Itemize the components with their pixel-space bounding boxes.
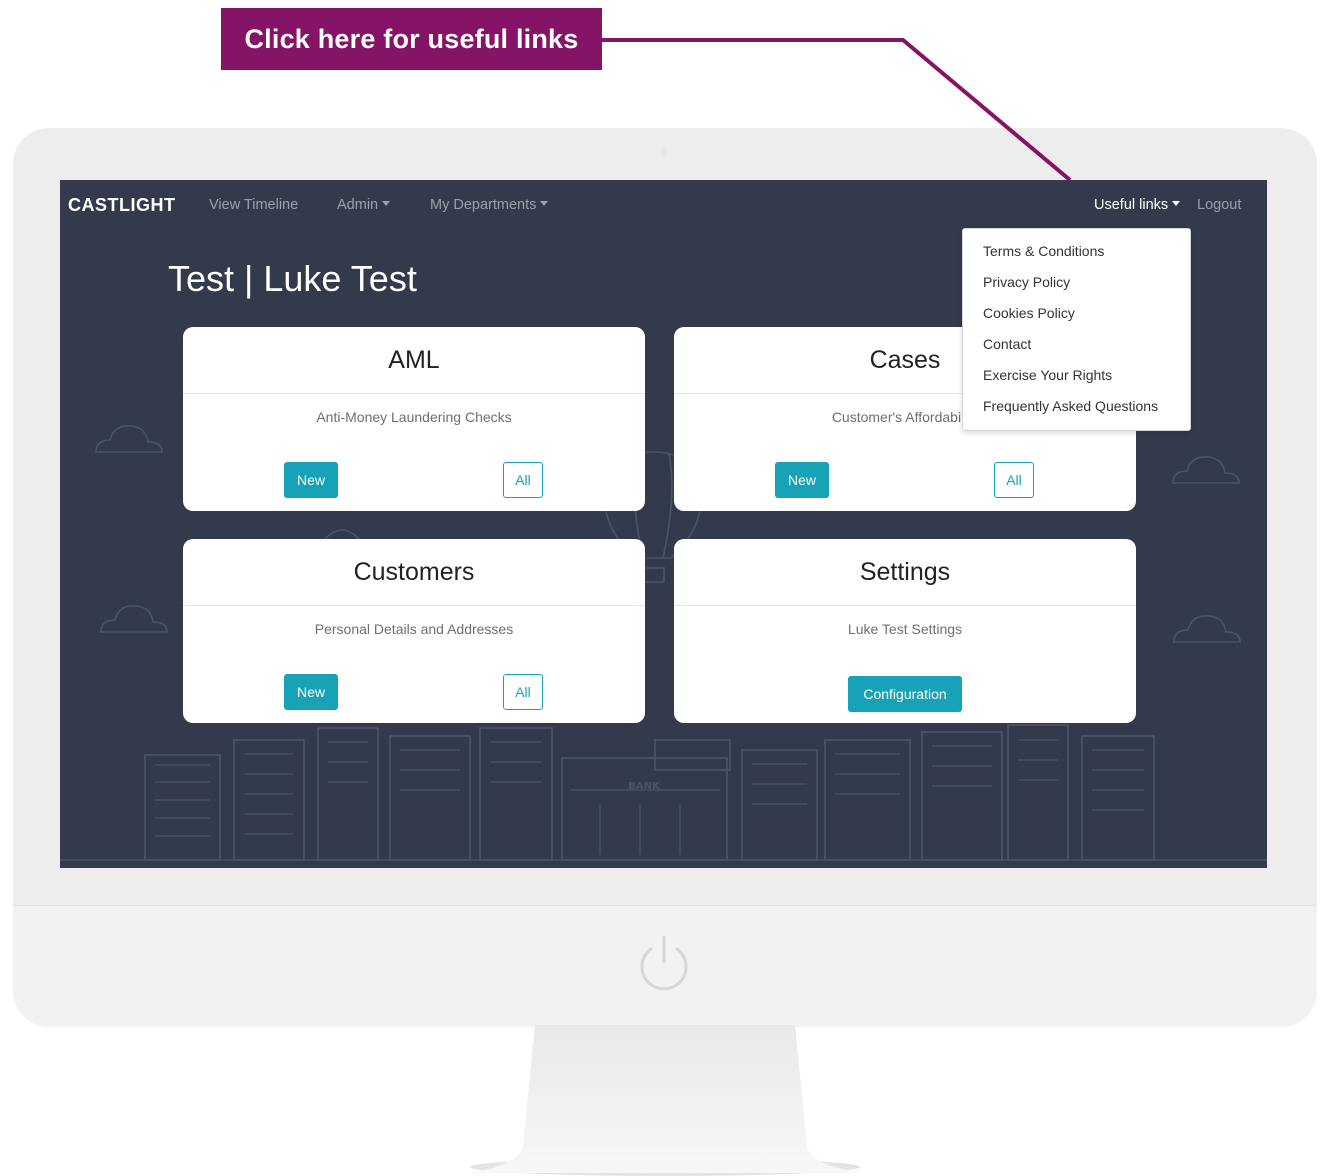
camera-icon <box>660 148 668 156</box>
chevron-down-icon <box>382 201 391 206</box>
page-title: Test | Luke Test <box>168 258 417 299</box>
monitor-stand <box>467 1025 863 1176</box>
useful-links-callout: Click here for useful links <box>221 8 602 70</box>
useful-links-dropdown-menu: Terms & Conditions Privacy Policy Cookie… <box>962 228 1191 431</box>
nav-logout[interactable]: Logout <box>1197 197 1241 213</box>
nav-my-departments-dropdown[interactable]: My Departments <box>430 197 549 213</box>
menu-item-cookies-policy[interactable]: Cookies Policy <box>983 305 1075 321</box>
nav-my-departments-label: My Departments <box>430 197 537 213</box>
card-title: Settings <box>674 539 1136 606</box>
nav-useful-links-dropdown[interactable]: Useful links <box>1094 197 1181 213</box>
card-description: Luke Test Settings <box>847 621 963 637</box>
card-customers: Customers Personal Details and Addresses… <box>183 539 645 723</box>
callout-text: Click here for useful links <box>244 23 579 54</box>
nav-logout-label: Logout <box>1197 197 1242 213</box>
menu-item-contact[interactable]: Contact <box>983 336 1031 352</box>
card-description: Anti-Money Laundering Checks <box>316 409 512 425</box>
cases-all-button[interactable]: All <box>994 462 1034 498</box>
card-title: AML <box>183 327 645 394</box>
menu-item-privacy-policy[interactable]: Privacy Policy <box>983 274 1070 290</box>
aml-new-button[interactable]: New <box>284 462 338 498</box>
bank-sign: BANK <box>628 781 661 792</box>
menu-item-faq[interactable]: Frequently Asked Questions <box>983 398 1158 414</box>
power-icon <box>640 935 688 991</box>
nav-admin-dropdown[interactable]: Admin <box>337 197 391 213</box>
nav-view-timeline-label: View Timeline <box>209 197 299 213</box>
settings-configuration-button[interactable]: Configuration <box>848 676 962 712</box>
card-description: Personal Details and Addresses <box>314 621 514 637</box>
customers-all-button[interactable]: All <box>503 674 543 710</box>
menu-item-terms-conditions[interactable]: Terms & Conditions <box>983 243 1104 259</box>
card-aml: AML Anti-Money Laundering Checks New All <box>183 327 645 511</box>
card-title: Customers <box>183 539 645 606</box>
top-navbar: CASTLIGHT View Timeline Admin My Departm… <box>60 180 1267 232</box>
chevron-down-icon <box>540 201 549 206</box>
nav-view-timeline[interactable]: View Timeline <box>209 197 298 213</box>
brand-logo[interactable]: CASTLIGHT <box>68 195 176 216</box>
cases-new-button[interactable]: New <box>775 462 829 498</box>
chevron-down-icon <box>1172 201 1181 206</box>
aml-all-button[interactable]: All <box>503 462 543 498</box>
card-settings: Settings Luke Test Settings Configuratio… <box>674 539 1136 723</box>
customers-new-button[interactable]: New <box>284 674 338 710</box>
nav-admin-label: Admin <box>337 197 379 213</box>
nav-useful-links-label: Useful links <box>1094 197 1169 213</box>
menu-item-exercise-your-rights[interactable]: Exercise Your Rights <box>983 367 1112 383</box>
